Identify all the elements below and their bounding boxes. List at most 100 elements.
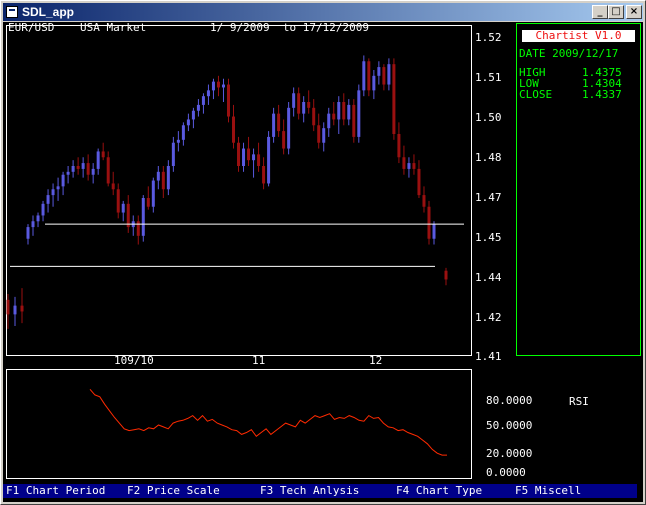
candle-body (121, 203, 125, 213)
candle-body (332, 113, 336, 120)
candle-body (237, 142, 241, 166)
rsi-tick: 20.0000 (486, 447, 533, 460)
candle-body (211, 81, 215, 91)
menu-chart-period[interactable]: F1 Chart Period (6, 484, 105, 498)
candle-body (226, 84, 230, 117)
candle-body (96, 151, 100, 169)
rsi-tick: 0.0000 (486, 466, 526, 479)
candle-body (136, 221, 140, 236)
candle-body (312, 107, 316, 126)
candle-body (407, 163, 411, 169)
window-title: SDL_app (22, 5, 75, 19)
candle-body (146, 198, 150, 207)
candle-body (196, 104, 200, 111)
candle-body (367, 61, 371, 91)
candle-body (337, 102, 341, 120)
candle-body (362, 61, 366, 91)
price-tick: 1.41 (475, 350, 502, 363)
close-value: 1.4337 (582, 88, 622, 101)
candle-body (216, 81, 220, 88)
candle-body (41, 203, 45, 216)
close-button[interactable]: × (626, 5, 642, 19)
candle-body (186, 119, 190, 126)
close-label: CLOSE (519, 88, 553, 101)
menu-chart-type[interactable]: F4 Chart Type (396, 484, 482, 498)
price-tick: 1.51 (475, 71, 502, 84)
price-tick: 1.50 (475, 111, 502, 124)
candle-body (116, 189, 120, 213)
candle-body (111, 183, 115, 190)
candle-body (387, 64, 391, 85)
candle-body (36, 215, 40, 222)
candle-body (166, 166, 170, 190)
candle-body (277, 113, 281, 132)
candle-body (151, 180, 155, 207)
maximize-button[interactable]: □ (608, 5, 624, 19)
app-icon (6, 6, 18, 18)
price-tick: 1.48 (475, 151, 502, 164)
candle-body (444, 270, 448, 280)
candle-body (307, 102, 311, 108)
price-tick: 1.47 (475, 191, 502, 204)
candle-body (31, 221, 35, 228)
candle-body (272, 113, 276, 137)
candle-body (51, 189, 55, 196)
candle-body (171, 142, 175, 166)
rsi-tick: 80.0000 (486, 394, 533, 407)
candle-body (382, 67, 386, 85)
info-panel: Chartist V1.0 DATE 2009/12/17 HIGH 1.437… (516, 23, 641, 356)
candle-body (282, 131, 286, 149)
menu-price-scale[interactable]: F2 Price Scale (127, 484, 220, 498)
candle-body (201, 96, 205, 105)
price-tick: 1.45 (475, 231, 502, 244)
candle-body (317, 125, 321, 143)
candle-body (392, 64, 396, 134)
candle-body (347, 104, 351, 120)
candle-body (161, 171, 165, 190)
function-key-bar: F1 Chart Period F2 Price Scale F3 Tech A… (3, 484, 637, 498)
candle-body (262, 166, 266, 184)
candle-body (191, 110, 195, 120)
price-tick: 1.52 (475, 31, 502, 44)
title-bar[interactable]: SDL_app _ □ × (3, 3, 643, 21)
x-tick: 11 (252, 354, 266, 367)
candle-body (342, 102, 346, 120)
candle-body (267, 136, 271, 184)
candle-body (91, 168, 95, 175)
candle-body (322, 128, 326, 143)
candle-body (352, 104, 356, 137)
candle-body (71, 166, 75, 172)
menu-tech-analysis[interactable]: F3 Tech Anlysis (260, 484, 359, 498)
candle-body (417, 168, 421, 196)
candle-body (156, 171, 160, 181)
candle-body (13, 305, 17, 315)
candle-body (66, 171, 70, 175)
info-date: DATE 2009/12/17 (519, 47, 619, 60)
candle-body (20, 305, 24, 312)
price-tick: 1.44 (475, 271, 502, 284)
candle-body (372, 75, 376, 91)
candle-body (86, 163, 90, 175)
app-window: SDL_app _ □ × EUR/USD USA Market 1/ 9/20… (0, 0, 646, 505)
candle-body (61, 174, 65, 187)
candle-body (327, 113, 331, 129)
candle-body (432, 224, 436, 239)
candle-body (206, 90, 210, 97)
candle-body (26, 227, 30, 239)
candle-body (126, 203, 130, 228)
price-tick: 1.42 (475, 311, 502, 324)
candle-body (242, 148, 246, 166)
candle-body (46, 195, 50, 204)
candle-body (287, 107, 291, 149)
menu-miscellaneous[interactable]: F5 Miscell (515, 484, 581, 498)
candle-body (232, 116, 236, 143)
candle-body (377, 67, 381, 76)
candle-body (181, 125, 185, 140)
minimize-button[interactable]: _ (592, 5, 608, 19)
candle-body (357, 90, 361, 137)
candle-body (221, 84, 225, 88)
candle-body (176, 139, 180, 143)
candle-body (101, 151, 105, 158)
app-logo: Chartist V1.0 (522, 30, 635, 42)
candle-body (76, 166, 80, 169)
